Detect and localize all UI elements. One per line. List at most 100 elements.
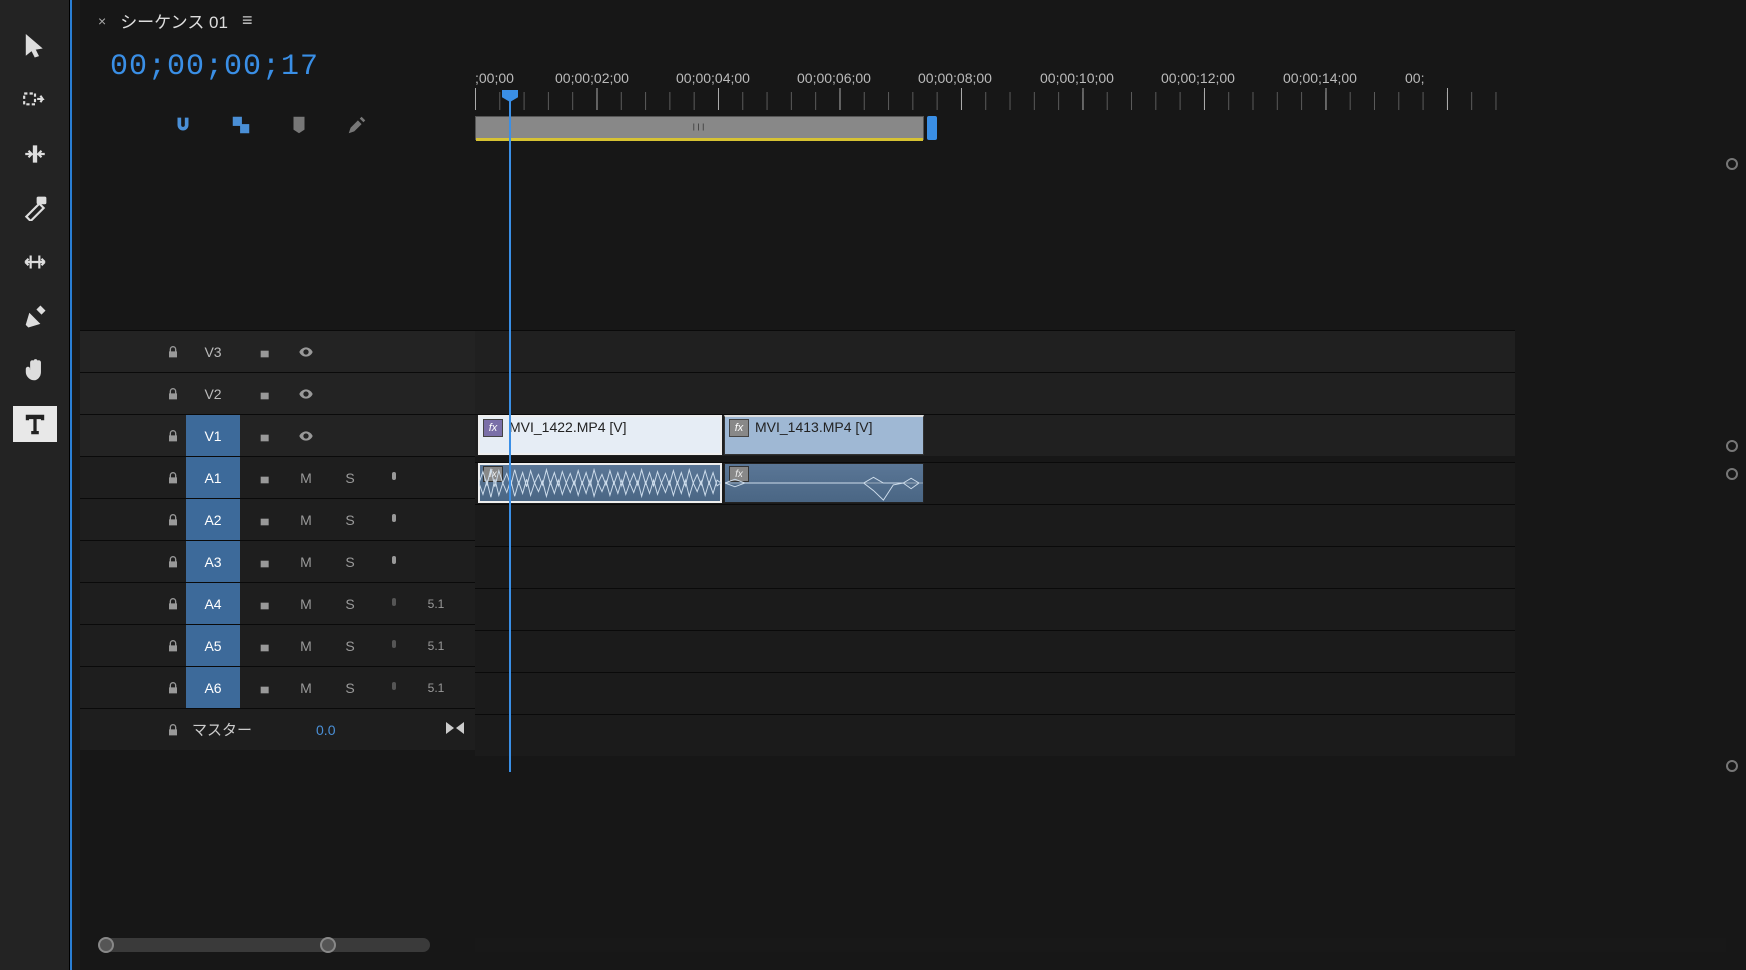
tracks-area[interactable]: ;00;00 00;00;02;00 00;00;04;00 00;00;06;…	[475, 0, 1515, 760]
solo-button[interactable]: S	[328, 667, 372, 708]
playhead-timecode[interactable]: 00;00;00;17	[110, 50, 319, 84]
panel-menu-icon[interactable]: ≡	[242, 10, 253, 31]
solo-button[interactable]: S	[328, 583, 372, 624]
fx-badge[interactable]: fx	[729, 419, 749, 437]
mute-button[interactable]: M	[284, 667, 328, 708]
record-icon[interactable]	[372, 583, 416, 624]
record-icon[interactable]	[372, 541, 416, 582]
insert-overwrite-icon[interactable]	[112, 112, 138, 138]
mute-button[interactable]: M	[284, 499, 328, 540]
work-area-handle[interactable]	[927, 116, 937, 140]
selection-tool[interactable]	[13, 28, 57, 64]
stereo-icon[interactable]	[445, 721, 465, 738]
track-lane-a4[interactable]	[475, 588, 1515, 630]
razor-tool[interactable]	[13, 190, 57, 226]
lock-icon[interactable]	[160, 541, 186, 582]
zoom-handle-left[interactable]	[98, 937, 114, 953]
channel-label: 5.1	[416, 625, 456, 666]
video-clip[interactable]: fx MVI_1422.MP4 [V]	[478, 415, 722, 455]
scroll-marker[interactable]	[1726, 440, 1738, 452]
ruler-label: 00;00;02;00	[555, 70, 629, 86]
sync-lock-icon[interactable]	[240, 667, 284, 708]
hand-tool[interactable]	[13, 352, 57, 388]
sync-lock-icon[interactable]	[240, 415, 284, 456]
solo-button[interactable]: S	[328, 499, 372, 540]
track-lane-a6[interactable]	[475, 672, 1515, 714]
lock-icon[interactable]	[160, 667, 186, 708]
sync-lock-icon[interactable]	[240, 625, 284, 666]
mute-button[interactable]: M	[284, 457, 328, 498]
record-icon[interactable]	[372, 667, 416, 708]
time-ruler[interactable]: ;00;00 00;00;02;00 00;00;04;00 00;00;06;…	[475, 70, 1515, 110]
record-icon[interactable]	[372, 457, 416, 498]
horizontal-scrollbar[interactable]	[475, 938, 1726, 952]
mute-button[interactable]: M	[284, 541, 328, 582]
lock-icon[interactable]	[160, 625, 186, 666]
track-lane-v3[interactable]	[475, 330, 1515, 372]
mute-button[interactable]: M	[284, 583, 328, 624]
lock-icon[interactable]	[160, 583, 186, 624]
track-name[interactable]: A1	[186, 457, 240, 498]
eye-icon[interactable]	[284, 331, 328, 372]
pen-tool[interactable]	[13, 298, 57, 334]
eye-icon[interactable]	[284, 373, 328, 414]
track-name[interactable]: A2	[186, 499, 240, 540]
record-icon[interactable]	[372, 499, 416, 540]
slip-tool[interactable]	[13, 244, 57, 280]
mute-button[interactable]: M	[284, 625, 328, 666]
master-label: マスター	[192, 719, 252, 740]
linked-selection-icon[interactable]	[228, 112, 254, 138]
sync-lock-icon[interactable]	[240, 457, 284, 498]
track-lane-a3[interactable]	[475, 546, 1515, 588]
track-name[interactable]: V2	[186, 373, 240, 414]
sync-lock-icon[interactable]	[240, 373, 284, 414]
panel-divider[interactable]	[70, 0, 72, 970]
track-lane-a2[interactable]	[475, 504, 1515, 546]
track-name[interactable]: A6	[186, 667, 240, 708]
marker-icon[interactable]	[286, 112, 312, 138]
master-value[interactable]: 0.0	[316, 722, 335, 738]
lock-icon[interactable]	[160, 331, 186, 372]
snap-icon[interactable]	[170, 112, 196, 138]
playhead[interactable]	[509, 92, 511, 772]
lock-icon[interactable]	[160, 499, 186, 540]
lock-icon[interactable]	[160, 373, 186, 414]
sync-lock-icon[interactable]	[240, 541, 284, 582]
sequence-tab[interactable]: × シーケンス 01 ≡	[98, 8, 253, 33]
sync-lock-icon[interactable]	[240, 331, 284, 372]
lock-icon[interactable]	[160, 415, 186, 456]
video-clip[interactable]: fx MVI_1413.MP4 [V]	[724, 415, 924, 455]
type-tool[interactable]	[13, 406, 57, 442]
track-name[interactable]: V1	[186, 415, 240, 456]
ripple-edit-tool[interactable]	[13, 136, 57, 172]
track-name[interactable]: A5	[186, 625, 240, 666]
track-lane-a5[interactable]	[475, 630, 1515, 672]
close-icon[interactable]: ×	[98, 13, 106, 29]
work-area-bar[interactable]: III	[475, 116, 924, 140]
sync-lock-icon[interactable]	[240, 583, 284, 624]
track-select-forward-tool[interactable]	[13, 82, 57, 118]
track-lane-v2[interactable]	[475, 372, 1515, 414]
settings-icon[interactable]	[344, 112, 370, 138]
track-name[interactable]: A4	[186, 583, 240, 624]
lock-icon[interactable]	[160, 457, 186, 498]
scroll-marker[interactable]	[1726, 158, 1738, 170]
sync-lock-icon[interactable]	[240, 499, 284, 540]
zoom-handle-right[interactable]	[320, 937, 336, 953]
audio-clip[interactable]: fx	[724, 463, 924, 503]
audio-clip[interactable]: fx	[478, 463, 722, 503]
solo-button[interactable]: S	[328, 457, 372, 498]
solo-button[interactable]: S	[328, 541, 372, 582]
lock-icon[interactable]	[160, 709, 186, 750]
solo-button[interactable]: S	[328, 625, 372, 666]
track-name[interactable]: A3	[186, 541, 240, 582]
sequence-name: シーケンス 01	[120, 8, 228, 33]
fx-badge[interactable]: fx	[483, 419, 503, 437]
record-icon[interactable]	[372, 625, 416, 666]
track-name[interactable]: V3	[186, 331, 240, 372]
zoom-slider[interactable]	[100, 938, 430, 952]
scroll-marker[interactable]	[1726, 468, 1738, 480]
track-lane-master[interactable]	[475, 714, 1515, 756]
scroll-marker[interactable]	[1726, 760, 1738, 772]
eye-icon[interactable]	[284, 415, 328, 456]
